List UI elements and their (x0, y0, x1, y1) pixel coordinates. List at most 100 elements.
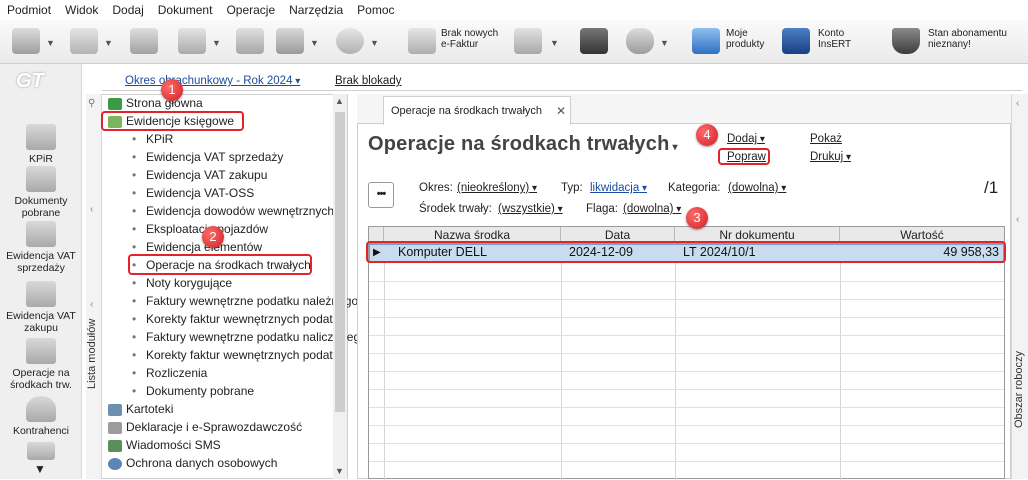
module-list-tab[interactable]: ⚲ ‹ Lista modułów ‹ (86, 94, 102, 479)
ksef-icon[interactable] (408, 28, 436, 54)
tree-kpir[interactable]: KPiR (132, 130, 362, 148)
scroll-up-icon[interactable]: ▲ (335, 96, 344, 106)
more-options-button[interactable]: ••• (368, 182, 394, 208)
shortcut-srodki-trwale[interactable]: Operacje na środkach trw. (0, 338, 82, 391)
filter-kategoria-label: Kategoria: (668, 182, 721, 194)
tab-operacje-srodki[interactable]: Operacje na środkach trwałych ✕ (383, 96, 571, 125)
menu-pomoc[interactable]: Pomoc (356, 3, 395, 17)
tree-vat-zakupu[interactable]: Ewidencja VAT zakupu (132, 166, 362, 184)
filter-okres-dropdown[interactable]: (nieokreślony) (457, 182, 537, 194)
step-badge-4: 4 (696, 124, 718, 146)
insert-account-icon[interactable] (782, 28, 810, 54)
chevron-down-icon[interactable]: ▼ (46, 38, 55, 48)
tree-korekty-1[interactable]: Korekty faktur wewnętrznych podatku (132, 310, 362, 328)
shield-icon[interactable] (892, 28, 920, 54)
receive-icon[interactable] (70, 28, 98, 54)
menu-dokument[interactable]: Dokument (157, 3, 214, 17)
shortcut-vat-sprzedazy[interactable]: Ewidencja VAT sprzedaży (0, 221, 82, 274)
menu-operacje[interactable]: Operacje (225, 3, 276, 17)
step-badge-3: 3 (686, 207, 708, 229)
tree-noty[interactable]: Noty korygujące (132, 274, 362, 292)
tree-dowodow-wewnetrznych[interactable]: Ewidencja dowodów wewnętrznych (132, 202, 362, 220)
declaration-icon (108, 421, 122, 434)
collapse-left-icon[interactable]: ‹ (90, 204, 93, 215)
tree-eksploatacja[interactable]: Eksploatacja pojazdów (132, 220, 362, 238)
menu-podmiot[interactable]: Podmiot (6, 3, 52, 17)
shortcut-vat-zakupu[interactable]: Ewidencja VAT zakupu (0, 281, 82, 334)
tools-icon[interactable] (236, 28, 264, 54)
collapse-right-icon[interactable]: ‹ (1016, 214, 1019, 225)
tree-deklaracje[interactable]: Deklaracje i e-Sprawozdawczość (108, 418, 338, 436)
tree-strona-glowna[interactable]: Strona główna (108, 94, 338, 112)
send-icon[interactable] (12, 28, 40, 54)
dodaj-button[interactable]: Dodaj (727, 133, 765, 145)
chevron-down-icon[interactable]: ▼ (660, 38, 669, 48)
dollar-icon[interactable] (130, 28, 158, 54)
cash-register-icon (26, 338, 56, 364)
step-badge-2: 2 (202, 226, 224, 248)
menu-dodaj[interactable]: Dodaj (111, 3, 144, 17)
pin-icon[interactable]: ⚲ (88, 98, 95, 109)
okres-obrachunkowy-link[interactable]: Okres obrachunkowy - Rok 2024 (125, 75, 300, 87)
left-shortcut-bar: GT KPiR Dokumenty pobrane Ewidencja VAT … (0, 64, 82, 479)
tree-fw-naliczony[interactable]: Faktury wewnętrzne podatku naliczonego (132, 328, 362, 346)
products-icon[interactable] (692, 28, 720, 54)
divider (102, 90, 1022, 91)
menu-widok[interactable]: Widok (64, 3, 99, 17)
help-icon[interactable] (336, 28, 364, 54)
shortcut-kontrahenci[interactable]: Kontrahenci (0, 396, 82, 437)
shortcut-dokumenty-pobrane[interactable]: Dokumenty pobrane (0, 166, 82, 219)
coins-icon (26, 281, 56, 307)
collapse-right-icon[interactable]: ‹ (1016, 98, 1019, 109)
scroll-down-icon[interactable]: ▼ (335, 466, 344, 476)
tree-kartoteki[interactable]: Kartoteki (108, 400, 338, 418)
brak-efaktur-label[interactable]: Brak nowych e-Faktur (441, 28, 501, 50)
calculator-icon[interactable] (514, 28, 542, 54)
data-grid: Nazwa środka Data Nr dokumentu Wartość ▶… (368, 226, 1005, 480)
filter-srodek-dropdown[interactable]: (wszystkie) (498, 203, 563, 215)
filter-kategoria-dropdown[interactable]: (dowolna) (728, 182, 786, 194)
tree-ochrona-danych[interactable]: Ochrona danych osobowych (108, 454, 338, 472)
filter-flaga-dropdown[interactable]: (dowolna) (623, 203, 681, 215)
page-title[interactable]: Operacje na środkach trwałych (368, 133, 678, 156)
collapse-left-icon[interactable]: ‹ (90, 299, 93, 310)
moje-produkty-label[interactable]: Moje produkty (726, 28, 776, 50)
scroll-thumb[interactable] (335, 112, 345, 412)
stan-abonamentu-label[interactable]: Stan abonamentu nieznany! (928, 28, 1023, 50)
tree-dokumenty-pobrane[interactable]: Dokumenty pobrane (132, 382, 362, 400)
filter-typ-dropdown[interactable]: likwidacja (590, 182, 647, 194)
expand-down-icon[interactable]: ▼ (34, 462, 46, 476)
filter-typ-label: Typ: (561, 182, 583, 194)
brak-blokady-link[interactable]: Brak blokady (335, 75, 401, 87)
chevron-down-icon[interactable]: ▼ (370, 38, 379, 48)
printer-icon[interactable] (276, 28, 304, 54)
shortcut-kpir[interactable]: KPiR (0, 124, 82, 165)
cloud-icon[interactable] (626, 28, 654, 54)
workspace-tab[interactable]: ‹ ‹ Obszar roboczy (1011, 94, 1028, 479)
tree-sms[interactable]: Wiadomości SMS (108, 436, 338, 454)
dollar-icon (108, 97, 122, 110)
tree-vat-sprzedazy[interactable]: Ewidencja VAT sprzedaży (132, 148, 362, 166)
filter-flaga-label: Flaga: (586, 203, 618, 215)
eraser-icon[interactable] (178, 28, 206, 54)
pokaz-button[interactable]: Pokaż (810, 133, 842, 145)
chevron-down-icon[interactable]: ▼ (212, 38, 221, 48)
tree-vat-oss[interactable]: Ewidencja VAT-OSS (132, 184, 362, 202)
box-icon[interactable] (580, 28, 608, 54)
shortcut-more[interactable] (0, 442, 82, 463)
chevron-down-icon[interactable]: ▼ (104, 38, 113, 48)
drukuj-button[interactable]: Drukuj (810, 151, 851, 163)
tree-fw-nalezny[interactable]: Faktury wewnętrzne podatku należnego (132, 292, 362, 310)
step-badge-1: 1 (161, 79, 183, 101)
konto-insert-label[interactable]: Konto InsERT (818, 28, 868, 50)
tree-korekty-2[interactable]: Korekty faktur wewnętrznych podatku (132, 346, 362, 364)
chevron-down-icon[interactable]: ▼ (310, 38, 319, 48)
highlight-ewidencje (101, 111, 244, 131)
person-icon (26, 396, 56, 422)
folder-icon (108, 403, 122, 416)
tree-rozliczenia[interactable]: Rozliczenia (132, 364, 362, 382)
menu-narzedzia[interactable]: Narzędzia (288, 3, 344, 17)
menu-bar: Podmiot Widok Dodaj Dokument Operacje Na… (0, 0, 1028, 20)
close-icon[interactable]: ✕ (556, 97, 566, 125)
chevron-down-icon[interactable]: ▼ (550, 38, 559, 48)
